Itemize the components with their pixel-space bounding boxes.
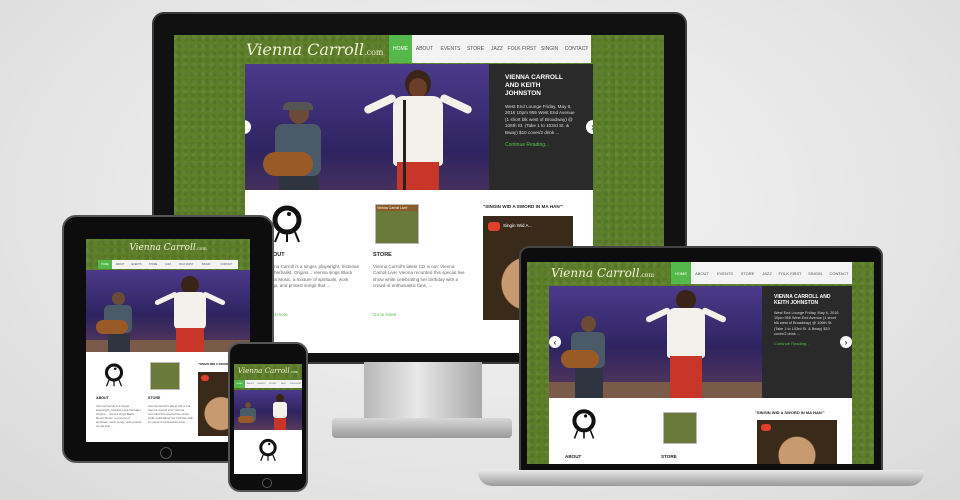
- laptop-base: [478, 470, 924, 486]
- laptop-site: Vienna Carroll.com HOME ABOUT EVENTS STO…: [527, 262, 874, 464]
- laptop-nav-contact[interactable]: CONTACT: [826, 262, 852, 284]
- laptop-site-logo[interactable]: Vienna Carroll.com: [527, 266, 654, 280]
- laptop-nav-home[interactable]: HOME: [671, 262, 691, 284]
- slide-read-more-link[interactable]: Continue Reading...: [505, 142, 577, 148]
- laptop-slider-next-button[interactable]: ›: [840, 336, 852, 348]
- nav-store[interactable]: STORE: [464, 35, 487, 63]
- tablet-nav-about[interactable]: ABOUT: [112, 260, 128, 269]
- phone-content-area: [234, 430, 302, 474]
- main-nav: HOME ABOUT EVENTS STORE JAZZ FOLK FIRST …: [389, 35, 591, 63]
- nav-events[interactable]: EVENTS: [437, 35, 464, 63]
- store-cd-cover[interactable]: Vienna Carroll Live!: [375, 204, 419, 244]
- tablet-nav-contact[interactable]: CONTACT: [215, 260, 238, 269]
- tablet-header: Vienna Carroll.com: [86, 239, 250, 257]
- laptop-slide-caption: VIENNA CARROLL AND KEITH JOHNSTON West E…: [762, 286, 852, 398]
- laptop-video-heading: "SINGIN WID A SWORD IN MA HAN'": [755, 410, 825, 415]
- slider-next-button[interactable]: ›: [586, 120, 593, 134]
- play-icon[interactable]: [488, 222, 500, 231]
- phone-nav-about[interactable]: ABOUT: [245, 380, 256, 388]
- laptop-about-heading: ABOUT: [565, 454, 582, 459]
- laptop-nav-singin[interactable]: SINGIN: [804, 262, 826, 284]
- tablet-store-heading: STORE: [148, 396, 161, 400]
- laptop-slide-read-more-link[interactable]: Continue Reading...: [774, 341, 840, 346]
- laptop-guitarist-figure: [561, 316, 613, 398]
- cd-label: Vienna Carroll Live!: [376, 205, 418, 211]
- site-logo[interactable]: Vienna Carroll.com: [174, 40, 383, 59]
- monitor-stand: [364, 362, 482, 420]
- phone-nav-home[interactable]: HOME: [234, 380, 245, 388]
- phone-site-logo[interactable]: Vienna Carroll.com: [238, 367, 298, 375]
- tablet-nav-home[interactable]: HOME: [98, 260, 112, 269]
- phone-site: Vienna Carroll.com HOME ABOUT EVENTS STO…: [234, 364, 302, 474]
- laptop-play-icon[interactable]: [761, 424, 771, 431]
- tablet-store-cd-cover[interactable]: [150, 362, 180, 390]
- phone-home-button: [262, 478, 272, 488]
- laptop-main-nav: HOME ABOUT EVENTS STORE JAZZ FOLK FIRST …: [671, 262, 852, 284]
- laptop-content-area: ABOUT STORE "SINGIN WID A SWORD IN MA HA…: [549, 398, 852, 464]
- nav-contact[interactable]: CONTACT: [562, 35, 591, 63]
- phone-hero-slider: [234, 390, 302, 430]
- header: Vienna Carroll.com HOME ABOUT EVENTS STO…: [174, 35, 664, 63]
- store-text: Vienna Carroll's latest CD is out: Vienn…: [373, 264, 465, 289]
- tablet-home-button: [160, 447, 172, 459]
- store-heading: STORE: [373, 252, 392, 258]
- phone-nav-jazz[interactable]: JAZZ: [278, 380, 289, 388]
- tablet-main-nav: HOME ABOUT EVENTS STORE JAZZ FOLK FIRST …: [98, 260, 238, 269]
- tablet-sankofa-bird-icon: [104, 362, 124, 388]
- phone-nav-folk-first[interactable]: FOLK FIRST: [289, 380, 302, 388]
- monitor-stand-base: [332, 418, 512, 438]
- tablet-nav-singin[interactable]: SINGIN: [197, 260, 215, 269]
- tablet-nav-store[interactable]: STORE: [145, 260, 161, 269]
- nav-home[interactable]: HOME: [389, 35, 412, 63]
- tablet-nav-jazz[interactable]: JAZZ: [161, 260, 175, 269]
- about-text: Vienna Carroll is a singer, playwright, …: [265, 264, 360, 289]
- tablet-guitarist-figure: [96, 292, 140, 352]
- laptop-video-embed[interactable]: [757, 420, 837, 464]
- phone-main-nav: HOME ABOUT EVENTS STORE JAZZ FOLK FIRST: [234, 380, 302, 388]
- laptop-hero-slider: VIENNA CARROLL AND KEITH JOHNSTON West E…: [549, 286, 852, 398]
- laptop-sankofa-bird-icon: [571, 408, 597, 440]
- tablet-nav-events[interactable]: EVENTS: [128, 260, 145, 269]
- laptop-slide-body: West End Lounge Friday, May 6, 2016 10pm…: [774, 310, 839, 336]
- laptop-header: Vienna Carroll.com HOME ABOUT EVENTS STO…: [527, 262, 874, 284]
- tablet-hero-slider: [86, 270, 250, 352]
- phone-singer-figure: [264, 394, 296, 430]
- laptop-nav-events[interactable]: EVENTS: [713, 262, 737, 284]
- nav-about[interactable]: ABOUT: [412, 35, 437, 63]
- laptop-nav-about[interactable]: ABOUT: [691, 262, 713, 284]
- laptop-store-heading: STORE: [661, 454, 677, 459]
- laptop-singer-figure: [644, 290, 728, 398]
- laptop-nav-jazz[interactable]: JAZZ: [758, 262, 776, 284]
- tablet-store-text: Vienna Carroll's latest CD is out: Vienn…: [148, 404, 194, 424]
- phone-header: Vienna Carroll.com: [234, 364, 302, 378]
- sankofa-bird-icon: [271, 204, 303, 244]
- slide-body: West End Lounge Friday, May 6, 2016 10pm…: [505, 104, 575, 135]
- phone-sankofa-bird-icon: [258, 438, 278, 462]
- tablet-site-logo[interactable]: Vienna Carroll.com: [129, 243, 206, 253]
- tablet-content-area: ABOUT Vienna Carroll is a singer, playwr…: [86, 352, 250, 442]
- video-heading: "SINGIN WID A SWORD IN MA HAN'": [483, 204, 563, 209]
- laptop-nav-folk-first[interactable]: FOLK FIRST: [776, 262, 804, 284]
- store-link[interactable]: Go to Store: [373, 312, 397, 317]
- laptop-nav-store[interactable]: STORE: [737, 262, 758, 284]
- slide-title: VIENNA CARROLL AND KEITH JOHNSTON: [505, 74, 563, 97]
- phone-nav-store[interactable]: STORE: [267, 380, 278, 388]
- nav-folk-first[interactable]: FOLK FIRST: [507, 35, 537, 63]
- phone-guitarist-figure: [238, 402, 258, 430]
- laptop-store-cd-cover[interactable]: [663, 412, 697, 444]
- nav-singin[interactable]: SINGIN: [537, 35, 562, 63]
- nav-jazz[interactable]: JAZZ: [487, 35, 507, 63]
- tablet-site: Vienna Carroll.com HOME ABOUT EVENTS STO…: [86, 239, 250, 442]
- tablet-about-text: Vienna Carroll is a singer, playwright, …: [96, 404, 142, 428]
- video-title: Singin Wid A...: [503, 223, 533, 228]
- tablet-singer-figure: [154, 276, 226, 352]
- tablet-about-heading: ABOUT: [96, 396, 109, 400]
- laptop-slide-title: VIENNA CARROLL AND KEITH JOHNSTON: [774, 294, 831, 307]
- tablet-nav-folk-first[interactable]: FOLK FIRST: [175, 260, 197, 269]
- laptop-slider-prev-button[interactable]: ‹: [549, 336, 561, 348]
- tablet-play-icon[interactable]: [201, 375, 209, 381]
- phone-nav-events[interactable]: EVENTS: [256, 380, 267, 388]
